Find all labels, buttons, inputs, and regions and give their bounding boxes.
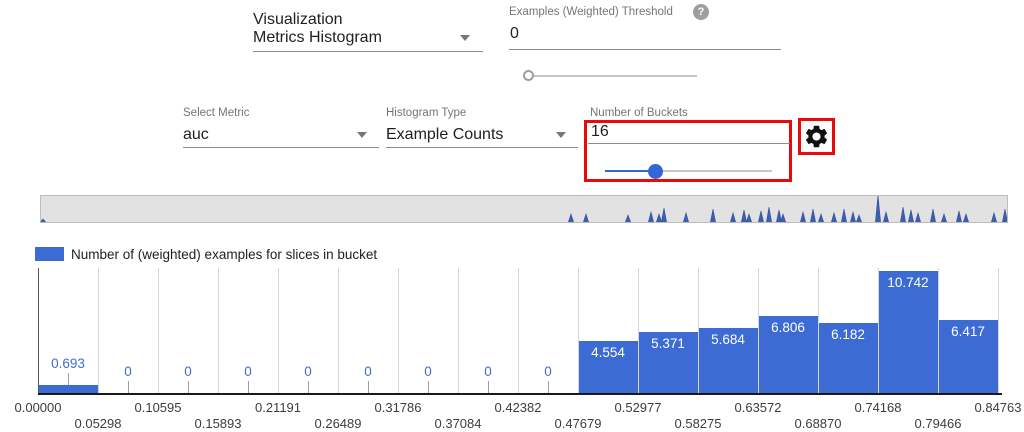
x-tick-label: 0.00000	[15, 400, 62, 415]
bar-value-label: 6.182	[831, 327, 865, 342]
gridline	[518, 268, 519, 394]
x-tick-label: 0.74168	[855, 400, 902, 415]
bar-value-label: 0.693	[51, 356, 85, 371]
x-tick-label: 0.63572	[735, 400, 782, 415]
histogram-bar[interactable]	[39, 385, 98, 393]
bar-value-label: 0	[544, 364, 552, 379]
x-tick-label: 0.79466	[915, 416, 962, 431]
bar-value-label: 6.417	[951, 324, 985, 339]
bar-value-label: 0	[364, 364, 372, 379]
metrics-histogram-chart: 0.693 0 0 0 0 0 0 0 0 4.554 5.371 5.684 6.806 6.182 10…	[0, 0, 1024, 432]
y-axis-line	[38, 268, 39, 394]
x-tick-label: 0.10595	[135, 400, 182, 415]
annotation-stem	[428, 381, 429, 393]
annotation-stem	[548, 381, 549, 393]
gridline	[278, 268, 279, 394]
bar-value-label: 0	[124, 364, 132, 379]
x-tick-label: 0.05298	[75, 416, 122, 431]
bar-value-label: 5.371	[651, 336, 685, 351]
x-tick-label: 0.84763	[975, 400, 1022, 415]
gridline	[458, 268, 459, 394]
x-tick-label: 0.52977	[615, 400, 662, 415]
bar-value-label: 0	[244, 364, 252, 379]
x-tick-label: 0.37084	[435, 416, 482, 431]
metrics-histogram-panel: Visualization Metrics Histogram Examples…	[0, 0, 1024, 432]
gridline	[218, 268, 219, 394]
annotation-stem	[188, 381, 189, 393]
x-tick-label: 0.68870	[795, 416, 842, 431]
x-tick-label: 0.31786	[375, 400, 422, 415]
bar-value-label: 0	[184, 364, 192, 379]
x-tick-label: 0.15893	[195, 416, 242, 431]
gridline	[998, 268, 999, 394]
annotation-stem	[248, 381, 249, 393]
bar-value-label: 6.806	[771, 320, 805, 335]
chart-baseline	[38, 393, 1002, 395]
bar-value-label: 10.742	[887, 275, 928, 290]
annotation-stem	[368, 381, 369, 393]
annotation-stem	[488, 381, 489, 393]
bar-value-label: 0	[424, 364, 432, 379]
annotation-stem	[128, 381, 129, 393]
annotation-stem	[68, 373, 69, 385]
x-tick-label: 0.21191	[255, 400, 301, 415]
bar-value-label: 4.554	[591, 345, 625, 360]
x-tick-label: 0.58275	[675, 416, 722, 431]
gridline	[158, 268, 159, 394]
bar-value-label: 0	[484, 364, 492, 379]
gridline	[98, 268, 99, 394]
gridline	[398, 268, 399, 394]
x-tick-label: 0.26489	[315, 416, 362, 431]
bar-value-label: 5.684	[711, 332, 745, 347]
x-tick-label: 0.47679	[555, 416, 602, 431]
gridline	[338, 268, 339, 394]
bar-value-label: 0	[304, 364, 312, 379]
annotation-stem	[308, 381, 309, 393]
x-tick-label: 0.42382	[495, 400, 542, 415]
